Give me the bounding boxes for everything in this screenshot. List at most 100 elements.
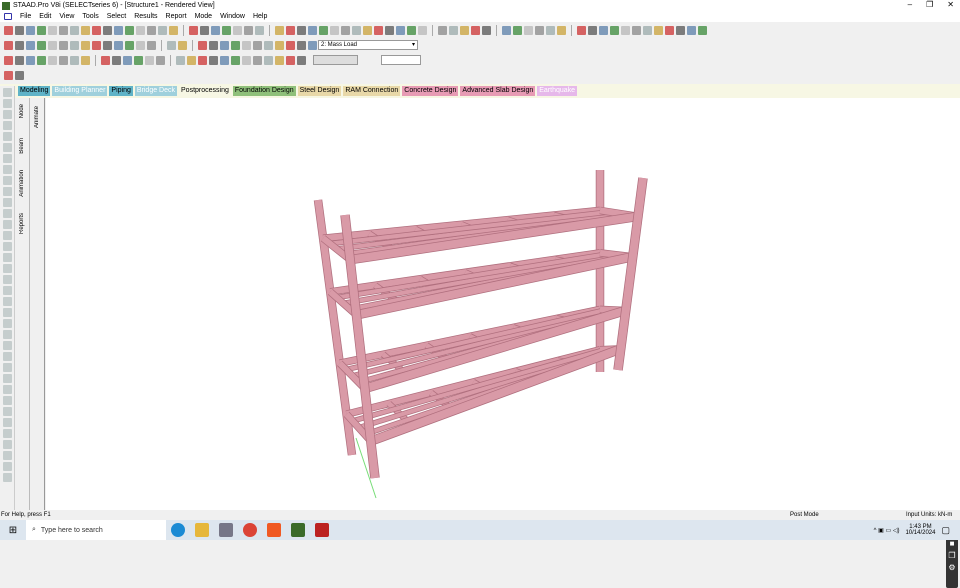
toolbar-button-icon[interactable] [535,26,544,35]
notifications-icon[interactable]: ▢ [941,525,950,536]
left-tool-icon[interactable] [3,308,12,317]
left-tool-icon[interactable] [3,330,12,339]
toolbar-button-icon[interactable] [169,26,178,35]
left-tool-icon[interactable] [3,396,12,405]
taskbar-search[interactable]: ⌕ Type here to search [26,520,166,540]
left-tool-icon[interactable] [3,121,12,130]
left-tool-icon[interactable] [3,231,12,240]
toolbar-button-icon[interactable] [244,26,253,35]
menu-results[interactable]: Results [134,13,157,20]
toolbar-button-icon[interactable] [92,41,101,50]
toolbar-button-icon[interactable] [112,56,121,65]
tab-foundation-design[interactable]: Foundation Design [232,86,296,96]
left-tool-icon[interactable] [3,286,12,295]
toolbar-button-icon[interactable] [407,26,416,35]
toolbar-button-icon[interactable] [264,41,273,50]
toolbar-button-icon[interactable] [4,26,13,35]
calculator-icon[interactable] [219,523,233,537]
toolbar-button-icon[interactable] [211,26,220,35]
chrome-icon[interactable] [243,523,257,537]
left-tool-icon[interactable] [3,253,12,262]
menu-tools[interactable]: Tools [82,13,98,20]
toolbar-button-icon[interactable] [220,56,229,65]
tab-building-planner[interactable]: Building Planner [52,86,108,96]
toolbar-button-icon[interactable] [136,26,145,35]
result-select[interactable] [313,55,358,65]
left-tool-icon[interactable] [3,209,12,218]
toolbar-button-icon[interactable] [643,26,652,35]
toolbar-button-icon[interactable] [418,26,427,35]
tab-steel-design[interactable]: Steel Design [297,86,342,96]
left-tool-icon[interactable] [3,220,12,229]
tab-ram-connection[interactable]: RAM Connection [343,86,401,96]
tab-earthquake[interactable]: Earthquake [537,86,578,96]
toolbar-button-icon[interactable] [308,26,317,35]
toolbar-button-icon[interactable] [4,56,13,65]
toolbar-button-icon[interactable] [176,56,185,65]
left-tool-icon[interactable] [3,418,12,427]
toolbar-button-icon[interactable] [297,56,306,65]
rendered-view[interactable]: ◘ ■ ❐ ⚙ [46,98,960,588]
tab-reports[interactable]: Reports [19,213,25,234]
toolbar-button-icon[interactable] [557,26,566,35]
toolbar-button-icon[interactable] [189,26,198,35]
brave-icon[interactable] [267,523,281,537]
toolbar-button-icon[interactable] [15,56,24,65]
maximize-button[interactable]: ❐ [926,0,933,9]
toolbar-button-icon[interactable] [242,56,251,65]
toolbar-button-icon[interactable] [70,26,79,35]
toolbar-button-icon[interactable] [588,26,597,35]
toolbar-button-icon[interactable] [4,41,13,50]
toolbar-button-icon[interactable] [103,26,112,35]
left-tool-icon[interactable] [3,88,12,97]
left-tool-icon[interactable] [3,198,12,207]
menu-edit[interactable]: Edit [39,13,51,20]
tab-node[interactable]: Node [19,104,25,118]
toolbar-button-icon[interactable] [26,26,35,35]
left-tool-icon[interactable] [3,154,12,163]
toolbar-button-icon[interactable] [37,41,46,50]
left-tool-icon[interactable] [3,275,12,284]
app-icon[interactable] [315,523,329,537]
toolbar-button-icon[interactable] [502,26,511,35]
toolbar-button-icon[interactable] [134,56,143,65]
left-tool-icon[interactable] [3,473,12,482]
toolbar-button-icon[interactable] [698,26,707,35]
left-tool-icon[interactable] [3,242,12,251]
left-tool-icon[interactable] [3,165,12,174]
left-tool-icon[interactable] [3,99,12,108]
toolbar-button-icon[interactable] [471,26,480,35]
left-tool-icon[interactable] [3,363,12,372]
left-tool-icon[interactable] [3,374,12,383]
tab-modeling[interactable]: Modeling [18,86,51,96]
toolbar-button-icon[interactable] [610,26,619,35]
toolbar-button-icon[interactable] [136,41,145,50]
tray-icons[interactable]: ^ ▣ ▭ ◁) [874,527,900,534]
toolbar-button-icon[interactable] [665,26,674,35]
toolbar-button-icon[interactable] [70,41,79,50]
menu-view[interactable]: View [59,13,74,20]
file-explorer-icon[interactable] [195,523,209,537]
toolbar-button-icon[interactable] [103,41,112,50]
toolbar-button-icon[interactable] [15,41,24,50]
toolbar-button-icon[interactable] [147,26,156,35]
toolbar-button-icon[interactable] [48,26,57,35]
toolbar-button-icon[interactable] [654,26,663,35]
toolbar-button-icon[interactable] [222,26,231,35]
tab-bridge-deck[interactable]: Bridge Deck [134,86,178,96]
toolbar-button-icon[interactable] [125,26,134,35]
toolbar-button-icon[interactable] [15,26,24,35]
left-tool-icon[interactable] [3,451,12,460]
toolbar-button-icon[interactable] [255,26,264,35]
toolbar-button-icon[interactable] [330,26,339,35]
toolbar-button-icon[interactable] [460,26,469,35]
menu-window[interactable]: Window [220,13,245,20]
toolbar-button-icon[interactable] [114,26,123,35]
toolbar-button-icon[interactable] [577,26,586,35]
tab-beam[interactable]: Beam [19,138,25,154]
toolbar-button-icon[interactable] [59,26,68,35]
toolbar-button-icon[interactable] [209,56,218,65]
toolbar-button-icon[interactable] [198,56,207,65]
toolbar-button-icon[interactable] [242,41,251,50]
toolbar-button-icon[interactable] [59,41,68,50]
